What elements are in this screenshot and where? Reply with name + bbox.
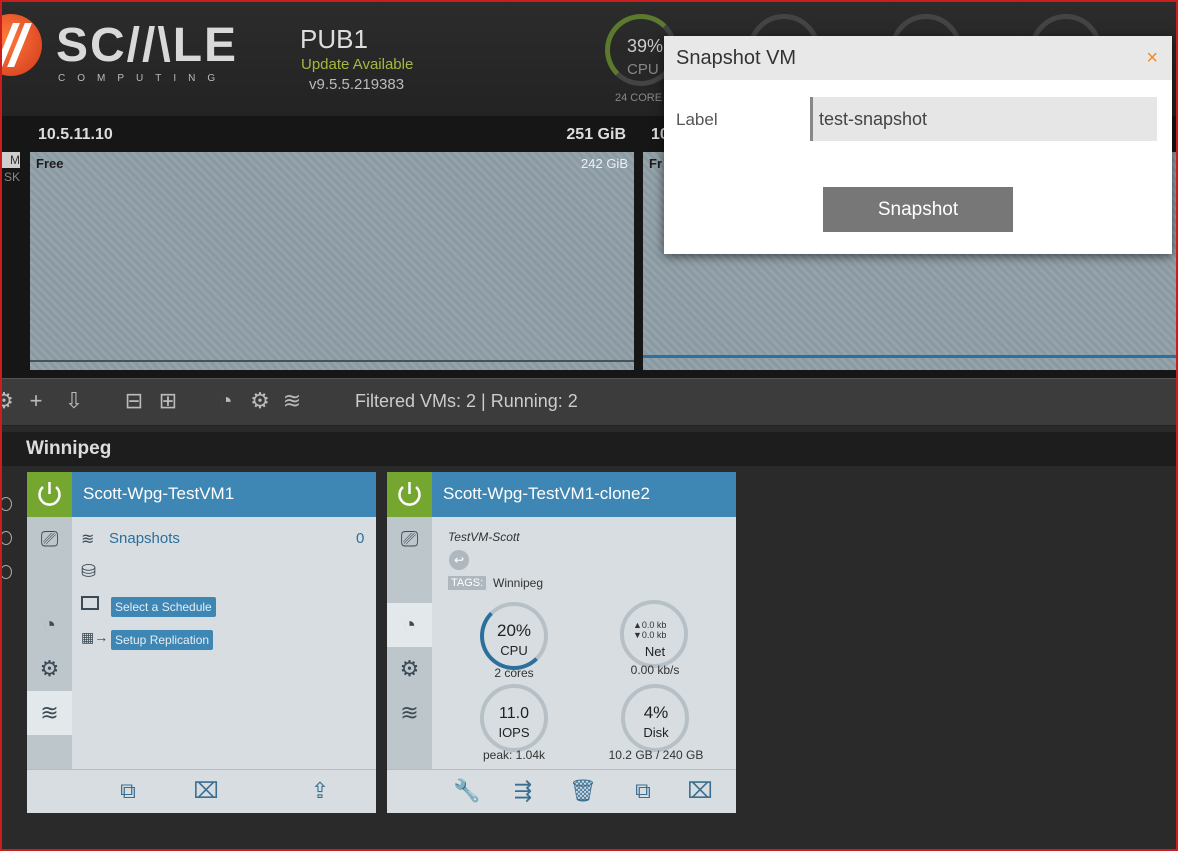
snapshot-button[interactable]: Snapshot (823, 187, 1013, 232)
node-free-value: 242 GiB (581, 156, 628, 171)
snapshot-label-input[interactable] (810, 97, 1157, 141)
vm-side-tabs: ⎚ ◔ ⚙ ≋ (27, 517, 72, 770)
replication-icon: ▦→ (81, 629, 109, 645)
version-text: v9.5.5.219383 (309, 76, 405, 93)
iops-label: IOPS (498, 725, 530, 740)
net-down: ▼0.0 kb (633, 630, 667, 640)
node-view-tab[interactable]: SK (0, 170, 20, 186)
performance-view-icon[interactable]: ◔ (214, 389, 238, 413)
console-icon[interactable]: ⎚ (27, 517, 72, 561)
camera-icon[interactable]: ⌧ (190, 778, 222, 804)
vm-group-header: Winnipeg (0, 432, 1178, 466)
node-capacity: 251 GiB (566, 126, 626, 143)
cpu-label: CPU (500, 643, 528, 658)
snapshots-count: 0 (356, 530, 365, 547)
select-schedule-button[interactable]: Select a Schedule (111, 597, 216, 617)
left-edge-icon[interactable] (0, 565, 12, 579)
layers-icon: ≋ (81, 531, 95, 548)
node-free-label: Free (36, 156, 64, 171)
node-view-tab[interactable]: M (0, 152, 20, 168)
cpu-value: 20% (496, 621, 532, 640)
clone-icon[interactable]: ⧉ (627, 778, 659, 804)
iops-value: 11.0 (499, 705, 529, 722)
net-up: ▲0.0 kb (633, 620, 667, 630)
vm-header: Scott-Wpg-TestVM1-clone2 (387, 472, 736, 517)
snapshots-tab-icon[interactable]: ≋ (27, 691, 72, 735)
vm-card: Scott-Wpg-TestVM1-clone2 ⎚ ◔ ⚙ ≋ TestVM-… (387, 472, 736, 813)
snapshots-view-icon[interactable]: ≋ (280, 389, 304, 413)
node-used-line (643, 355, 1178, 358)
snapshots-tab-icon[interactable]: ≋ (387, 691, 432, 735)
label-field-label: Label (676, 110, 718, 129)
export-icon[interactable]: ⇪ (304, 778, 336, 804)
node-card[interactable]: 10.5.11.10 251 GiB Free 242 GiB (30, 116, 634, 370)
logo-text: SC//\LE (56, 19, 239, 72)
setup-replication-button[interactable]: Setup Replication (111, 630, 214, 650)
cpu-gauge-cores: 24 CORE (615, 92, 663, 104)
node-header: 10.5.11.10 251 GiB (30, 116, 634, 152)
settings-view-icon[interactable]: ⚙ (248, 389, 272, 413)
camera-icon[interactable]: ⌧ (684, 778, 716, 804)
vm-tag[interactable]: Winnipeg (493, 576, 543, 590)
performance-icon[interactable]: ◔ (387, 603, 432, 647)
clone-icon[interactable]: ⧉ (112, 778, 144, 804)
node-free-label: Fr (649, 156, 662, 171)
link-icon[interactable]: ↩ (449, 550, 469, 570)
collapse-all-icon[interactable]: ⊟ (122, 389, 146, 413)
settings-icon[interactable]: ⚙ (27, 647, 72, 691)
vm-footer: ⧉ ⌧ ⇪ (27, 769, 376, 813)
logo-mark (0, 14, 42, 76)
performance-icon[interactable]: ◔ (27, 603, 72, 647)
close-icon[interactable]: × (1146, 47, 1158, 70)
import-vm-icon[interactable]: ⇩ (62, 389, 86, 413)
cluster-name: PUB1 (300, 24, 368, 54)
node-storage-bar: Free 242 GiB (30, 152, 634, 370)
cpu-gauge-label: CPU (627, 61, 659, 78)
logo-subtitle: COMPUTING (58, 73, 228, 84)
vm-card: Scott-Wpg-TestVM1 ⎚ ◔ ⚙ ≋ ≋ Snapshots 0 … (27, 472, 376, 813)
update-available-link[interactable]: Update Available (301, 56, 413, 73)
vm-name[interactable]: Scott-Wpg-TestVM1 (83, 484, 234, 504)
vm-header: Scott-Wpg-TestVM1 (27, 472, 376, 517)
wrench-icon[interactable]: 🔧 (451, 778, 483, 804)
net-label: Net (644, 644, 666, 659)
power-icon (398, 482, 421, 506)
power-button[interactable] (387, 472, 432, 517)
vm-footer: 🔧 ⇶ 🗑 ⧉ ⌧ (387, 769, 736, 813)
power-icon (38, 482, 61, 506)
calendar-icon (81, 596, 99, 610)
snapshots-link[interactable]: Snapshots (109, 530, 180, 547)
move-icon[interactable]: ⇶ (507, 778, 539, 804)
trash-icon[interactable]: 🗑 (567, 778, 599, 804)
dialog-header: Snapshot VM × (664, 36, 1172, 80)
power-button[interactable] (27, 472, 72, 517)
left-edge-icon[interactable] (0, 497, 12, 511)
tags-label: TAGS: (448, 576, 487, 590)
vm-description: TestVM-Scott (448, 530, 520, 544)
console-icon[interactable]: ⎚ (387, 517, 432, 561)
settings-icon[interactable]: ⚙ (387, 647, 432, 691)
settings-icon[interactable]: ⚙ (0, 389, 16, 413)
iops-peak: peak: 1.04k (482, 748, 546, 762)
group-title: Winnipeg (26, 438, 112, 459)
node-ip: 10.5.11.10 (38, 126, 113, 143)
disk-label: Disk (643, 725, 669, 740)
database-icon: ⛁ (81, 561, 97, 581)
node-used-line (30, 360, 634, 362)
dialog-title: Snapshot VM (676, 47, 797, 69)
vm-toolbar: ⚙ + ⇩ ⊟ ⊞ ◔ ⚙ ≋ Filtered VMs: 2 | Runnin… (0, 378, 1178, 426)
net-rate: 0.00 kb/s (630, 663, 680, 677)
disk-usage: 10.2 GB / 240 GB (608, 748, 704, 762)
vm-name[interactable]: Scott-Wpg-TestVM1-clone2 (443, 484, 650, 504)
filtered-vms-status: Filtered VMs: 2 | Running: 2 (355, 391, 578, 411)
vm-side-tabs: ⎚ ◔ ⚙ ≋ (387, 517, 432, 770)
cpu-gauge-value: 39% (627, 36, 664, 56)
add-vm-icon[interactable]: + (24, 389, 48, 413)
cpu-cores: 2 cores (494, 666, 534, 680)
disk-value: 4% (643, 703, 669, 722)
expand-all-icon[interactable]: ⊞ (156, 389, 180, 413)
snapshot-vm-dialog: Snapshot VM × Label Snapshot (664, 36, 1172, 254)
left-edge-icon[interactable] (0, 531, 12, 545)
